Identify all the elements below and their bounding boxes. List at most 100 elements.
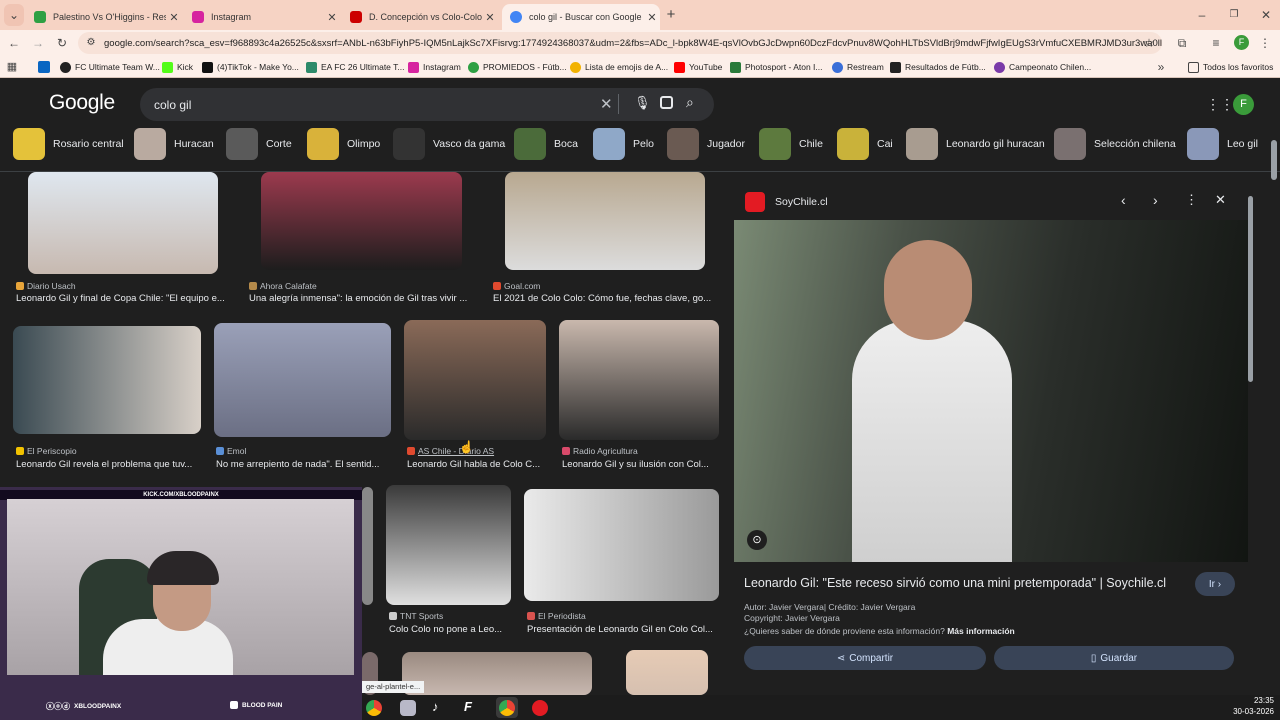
result-source[interactable]: Ahora Calafate	[249, 281, 317, 291]
chip[interactable]: Boca	[514, 128, 578, 160]
next-image-icon[interactable]: ›	[1153, 192, 1158, 208]
bookmark-item[interactable]: (4)TikTok - Make Yo...	[202, 59, 299, 75]
chip[interactable]: Cai	[837, 128, 893, 160]
media-icon[interactable]: ≡	[1206, 32, 1226, 54]
chip[interactable]: Huracan	[134, 128, 214, 160]
bookmark-item[interactable]: Instagram	[408, 59, 461, 75]
bookmark-item[interactable]: EA FC 26 Ultimate T...	[306, 59, 404, 75]
result-image[interactable]	[505, 172, 705, 270]
more-options-icon[interactable]: ⋮	[1185, 192, 1198, 208]
chip[interactable]: Rosario central	[13, 128, 124, 160]
page-scrollbar[interactable]	[1271, 140, 1277, 180]
reload-icon[interactable]: ↻	[52, 32, 72, 54]
app-icon[interactable]	[400, 700, 416, 716]
result-image[interactable]	[402, 652, 592, 695]
address-bar[interactable]: ⚙ google.com/search?sca_esv=f968893c4a26…	[78, 32, 1162, 54]
result-image[interactable]	[214, 323, 391, 437]
google-logo[interactable]: Google	[49, 91, 115, 115]
more-bookmarks-icon[interactable]: »	[1154, 56, 1168, 78]
google-apps-icon[interactable]: ⋮⋮	[1206, 96, 1234, 113]
panel-site-name[interactable]: SoyChile.cl	[775, 196, 828, 208]
result-source[interactable]: Radio Agricultura	[562, 446, 638, 456]
chip[interactable]: Olimpo	[307, 128, 380, 160]
save-button[interactable]: ▯ Guardar	[994, 646, 1234, 670]
tab-search-button[interactable]: ⌄	[4, 4, 24, 26]
bookmark-item[interactable]: FC Ultimate Team W...	[60, 59, 160, 75]
panel-scrollbar[interactable]	[1248, 196, 1253, 382]
chip[interactable]: Selección chilena	[1054, 128, 1176, 160]
result-image[interactable]	[626, 650, 708, 695]
close-tab-icon[interactable]: ✕	[324, 11, 340, 24]
chip[interactable]: Vasco da gama	[393, 128, 505, 160]
clock-date[interactable]: 30-03-2026	[1228, 707, 1274, 716]
chip[interactable]: Leo gil	[1187, 128, 1258, 160]
extensions-icon[interactable]: ⧉	[1172, 32, 1192, 54]
result-caption[interactable]: Leonardo Gil revela el problema que tuv.…	[16, 459, 200, 470]
result-source[interactable]: AS Chile - Diario AS	[407, 446, 494, 456]
chrome-active-icon[interactable]	[499, 700, 515, 716]
result-source[interactable]: Goal.com	[493, 281, 540, 291]
tab-palestino[interactable]: Palestino Vs O'Higgins - Results ✕	[26, 4, 182, 30]
forward-icon[interactable]: →	[28, 32, 48, 54]
bookmark-item[interactable]: Campeonato Chilen...	[994, 59, 1091, 75]
prev-image-icon[interactable]: ‹	[1121, 192, 1126, 208]
bookmark-item[interactable]: Lista de emojis de A...	[570, 59, 668, 75]
result-image[interactable]	[261, 172, 462, 270]
result-image[interactable]	[13, 326, 201, 434]
close-tab-icon[interactable]: ✕	[166, 11, 182, 24]
bookmark-item[interactable]: Photosport - Aton I...	[730, 59, 823, 75]
lens-icon[interactable]	[660, 96, 673, 109]
result-caption[interactable]: Una alegría inmensa": la emoción de Gil …	[249, 293, 477, 304]
tab-google-search[interactable]: colo gil - Buscar con Google ✕	[502, 4, 660, 30]
apps-icon[interactable]: ▦	[4, 56, 20, 78]
close-panel-icon[interactable]: ✕	[1215, 192, 1226, 208]
share-button[interactable]: ⋖ Compartir	[744, 646, 986, 670]
result-caption[interactable]: Presentación de Leonardo Gil en Colo Col…	[527, 624, 719, 635]
site-info-icon[interactable]: ⚙	[84, 32, 98, 54]
result-image-partial[interactable]	[362, 487, 373, 605]
linkedin-icon[interactable]	[38, 61, 50, 73]
panel-title[interactable]: Leonardo Gil: "Este receso sirvió como u…	[744, 576, 1166, 590]
close-tab-icon[interactable]: ✕	[644, 11, 660, 24]
result-caption[interactable]: No me arrepiento de nada". El sentid...	[216, 459, 392, 470]
result-source[interactable]: Emol	[216, 446, 246, 456]
search-icon[interactable]: ⌕	[686, 94, 694, 111]
result-source[interactable]: TNT Sports	[389, 611, 443, 621]
result-caption[interactable]: Leonardo Gil y final de Copa Chile: "El …	[16, 293, 238, 304]
more-info-link[interactable]: Más información	[947, 626, 1015, 636]
clock-time[interactable]: 23:35	[1228, 696, 1274, 705]
menu-icon[interactable]: ⋮	[1256, 32, 1274, 54]
chip[interactable]: Chile	[759, 128, 823, 160]
profile-avatar[interactable]: F	[1234, 35, 1249, 50]
close-tab-icon[interactable]: ✕	[482, 11, 498, 24]
preview-image[interactable]	[734, 220, 1248, 562]
search-query[interactable]: colo gil	[154, 98, 191, 112]
minimize-icon[interactable]: –	[1192, 4, 1212, 26]
back-icon[interactable]: ←	[4, 32, 24, 54]
voice-search-icon[interactable]: 🎙	[634, 95, 651, 111]
all-bookmarks[interactable]: Todos los favoritos	[1188, 59, 1273, 75]
search-box[interactable]: colo gil ✕ 🎙 ⌕	[140, 88, 714, 121]
clear-search-icon[interactable]: ✕	[600, 95, 613, 113]
result-caption[interactable]: Leonardo Gil y su ilusión con Col...	[562, 459, 714, 470]
result-source[interactable]: Diario Usach	[16, 281, 76, 291]
result-image[interactable]	[524, 489, 719, 601]
chip[interactable]: Corte	[226, 128, 292, 160]
fc-app-icon[interactable]: F	[464, 699, 472, 714]
obs-icon[interactable]	[532, 700, 548, 716]
result-image[interactable]	[404, 320, 546, 440]
result-source[interactable]: El Periscopio	[16, 446, 77, 456]
result-image[interactable]	[559, 320, 719, 440]
new-tab-icon[interactable]: +	[662, 4, 680, 26]
close-window-icon[interactable]: ✕	[1256, 4, 1276, 26]
bookmark-item[interactable]: Kick	[162, 59, 193, 75]
chip[interactable]: Pelo	[593, 128, 654, 160]
chrome-icon[interactable]	[366, 700, 382, 716]
visit-button[interactable]: Ir ›	[1195, 572, 1235, 596]
result-caption[interactable]: Colo Colo no pone a Leo...	[389, 624, 511, 635]
bookmark-item[interactable]: Restream	[832, 59, 884, 75]
result-source[interactable]: El Periodista	[527, 611, 586, 621]
result-caption[interactable]: Leonardo Gil habla de Colo C...	[407, 459, 547, 470]
tab-concepcion[interactable]: D. Concepción vs Colo-Colo | C ✕	[342, 4, 498, 30]
bookmark-item[interactable]: PROMIEDOS - Fútb...	[468, 59, 567, 75]
